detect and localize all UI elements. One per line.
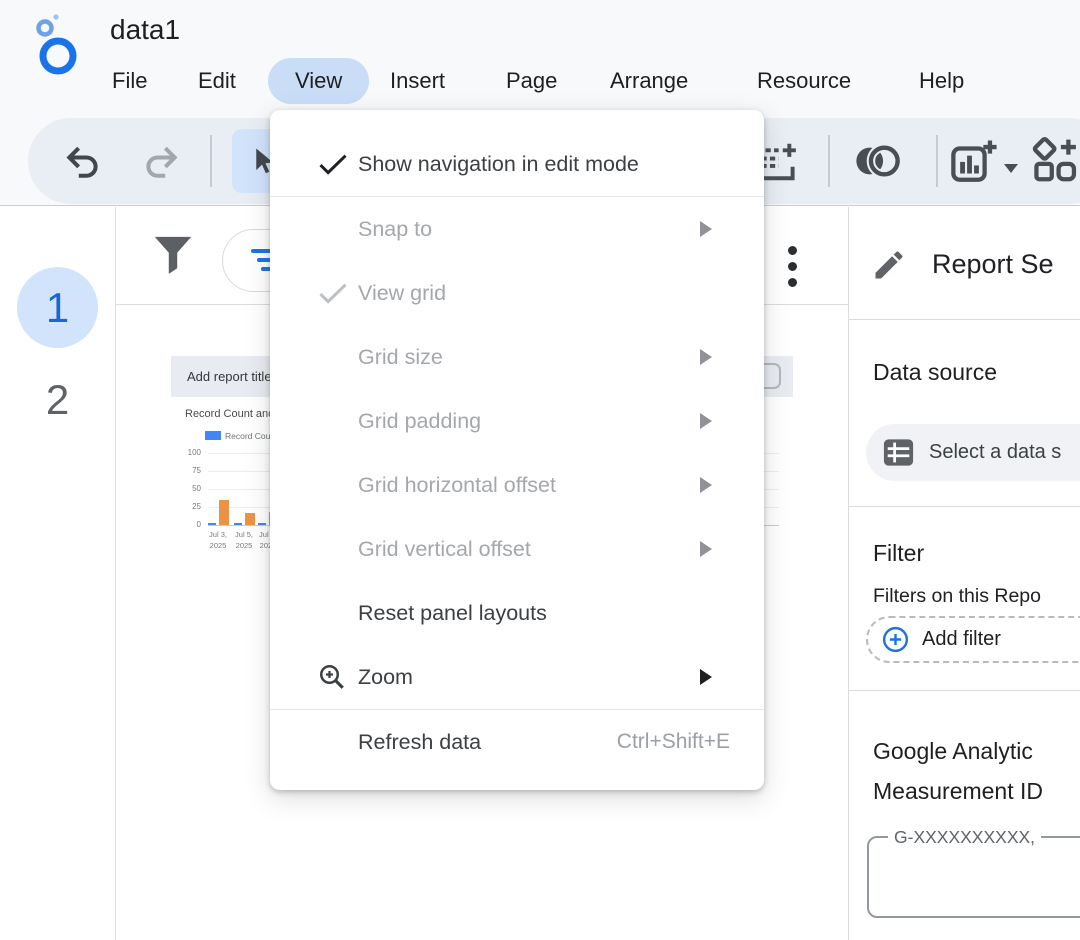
toolbar-separator (828, 135, 830, 187)
menu-item-label: Grid vertical offset (358, 537, 531, 562)
select-data-source-button[interactable]: Select a data s (866, 424, 1080, 481)
add-chart-button[interactable] (948, 136, 1018, 186)
menu-item-refresh-data[interactable]: Refresh data Ctrl+Shift+E (270, 710, 764, 774)
menu-item-label: View grid (358, 281, 446, 306)
menu-item-reset-panel-layouts[interactable]: Reset panel layouts (270, 581, 764, 645)
measurement-id-input[interactable]: G-XXXXXXXXXX, (867, 836, 1080, 918)
looker-studio-window: data1 File Edit View Insert Page Arrange… (0, 0, 1080, 940)
panel-title: Report Se (932, 249, 1054, 280)
submenu-arrow-icon (700, 413, 712, 429)
menu-item-label: Zoom (358, 665, 413, 690)
kebab-menu-icon (788, 278, 797, 287)
menu-item-zoom[interactable]: Zoom (270, 645, 764, 709)
zoom-in-icon (317, 662, 347, 692)
add-circle-icon (881, 625, 910, 654)
blend-data-icon (848, 144, 906, 178)
data-source-heading: Data source (873, 359, 997, 386)
menu-item-label: Grid size (358, 345, 443, 370)
menu-item-grid-horizontal-offset: Grid horizontal offset (270, 453, 764, 517)
chevron-down-icon (1004, 164, 1018, 173)
menu-item-grid-size: Grid size (270, 325, 764, 389)
ga-heading-line2: Measurement ID (873, 771, 1043, 811)
filters-on-report-label: Filters on this Repo (873, 585, 1041, 608)
menu-item-snap-to: Snap to (270, 197, 764, 261)
add-filter-button[interactable]: Add filter (866, 616, 1080, 663)
menu-page[interactable]: Page (506, 58, 557, 104)
keyboard-shortcut: Ctrl+Shift+E (617, 730, 730, 754)
report-settings-panel: Report Se Data source Select a data s Fi… (849, 207, 1080, 940)
menu-item-label: Reset panel layouts (358, 601, 547, 626)
measurement-id-input-label: G-XXXXXXXXXX, (888, 827, 1041, 848)
view-menu-dropdown: Show navigation in edit mode Snap to Vie… (270, 110, 764, 790)
menu-file[interactable]: File (112, 58, 147, 104)
menu-help[interactable]: Help (919, 58, 964, 104)
section-divider (849, 506, 1080, 507)
menu-insert[interactable]: Insert (390, 58, 445, 104)
kebab-menu-icon (788, 262, 797, 271)
filter-heading: Filter (873, 540, 924, 567)
check-icon (317, 281, 349, 306)
edit-pencil-icon (871, 247, 907, 288)
menu-item-label: Grid horizontal offset (358, 473, 556, 498)
page-nav-item-2[interactable]: 2 (30, 376, 85, 424)
panel-header: Report Se (849, 207, 1080, 320)
undo-icon (62, 140, 104, 182)
check-icon (317, 152, 349, 177)
add-filter-label: Add filter (922, 628, 1001, 651)
menu-item-grid-vertical-offset: Grid vertical offset (270, 517, 764, 581)
redo-icon (140, 140, 182, 182)
menu-item-label: Snap to (358, 217, 432, 242)
menu-view[interactable]: View (268, 58, 369, 104)
toolbar-separator (210, 135, 212, 187)
menubar: File Edit View Insert Page Arrange Resou… (0, 58, 1080, 106)
toolbar-separator (936, 135, 938, 187)
report-title[interactable]: data1 (110, 14, 180, 46)
menu-item-label: Show navigation in edit mode (358, 152, 639, 177)
google-analytics-heading: Google Analytic Measurement ID (873, 731, 1043, 811)
submenu-arrow-icon (700, 669, 712, 685)
add-control-button[interactable] (1030, 136, 1080, 186)
submenu-arrow-icon (700, 477, 712, 493)
menu-item-view-grid: View grid (270, 261, 764, 325)
menu-item-label: Grid padding (358, 409, 481, 434)
menu-resource[interactable]: Resource (757, 58, 851, 104)
canvas-more-options-button[interactable] (784, 242, 801, 291)
redo-button[interactable] (140, 140, 182, 182)
undo-button[interactable] (62, 140, 104, 182)
blend-data-button[interactable] (848, 144, 906, 178)
menu-item-label: Refresh data (358, 730, 481, 755)
filter-funnel-icon (150, 230, 196, 282)
kebab-menu-icon (788, 246, 797, 255)
filter-bar-button[interactable] (150, 230, 196, 287)
page-number: 1 (46, 284, 69, 332)
select-data-source-label: Select a data s (929, 441, 1061, 464)
submenu-arrow-icon (700, 349, 712, 365)
menu-edit[interactable]: Edit (198, 58, 236, 104)
ga-heading-line1: Google Analytic (873, 731, 1043, 771)
add-control-icon (1030, 136, 1080, 186)
data-source-table-icon (881, 435, 916, 470)
menu-item-grid-padding: Grid padding (270, 389, 764, 453)
left-rail-divider (115, 207, 116, 940)
page-nav-item-1[interactable]: 1 (17, 267, 98, 348)
submenu-arrow-icon (700, 541, 712, 557)
menu-arrange[interactable]: Arrange (610, 58, 688, 104)
menu-item-show-navigation[interactable]: Show navigation in edit mode (270, 132, 764, 196)
section-divider (849, 690, 1080, 691)
submenu-arrow-icon (700, 221, 712, 237)
add-chart-icon (948, 136, 998, 186)
